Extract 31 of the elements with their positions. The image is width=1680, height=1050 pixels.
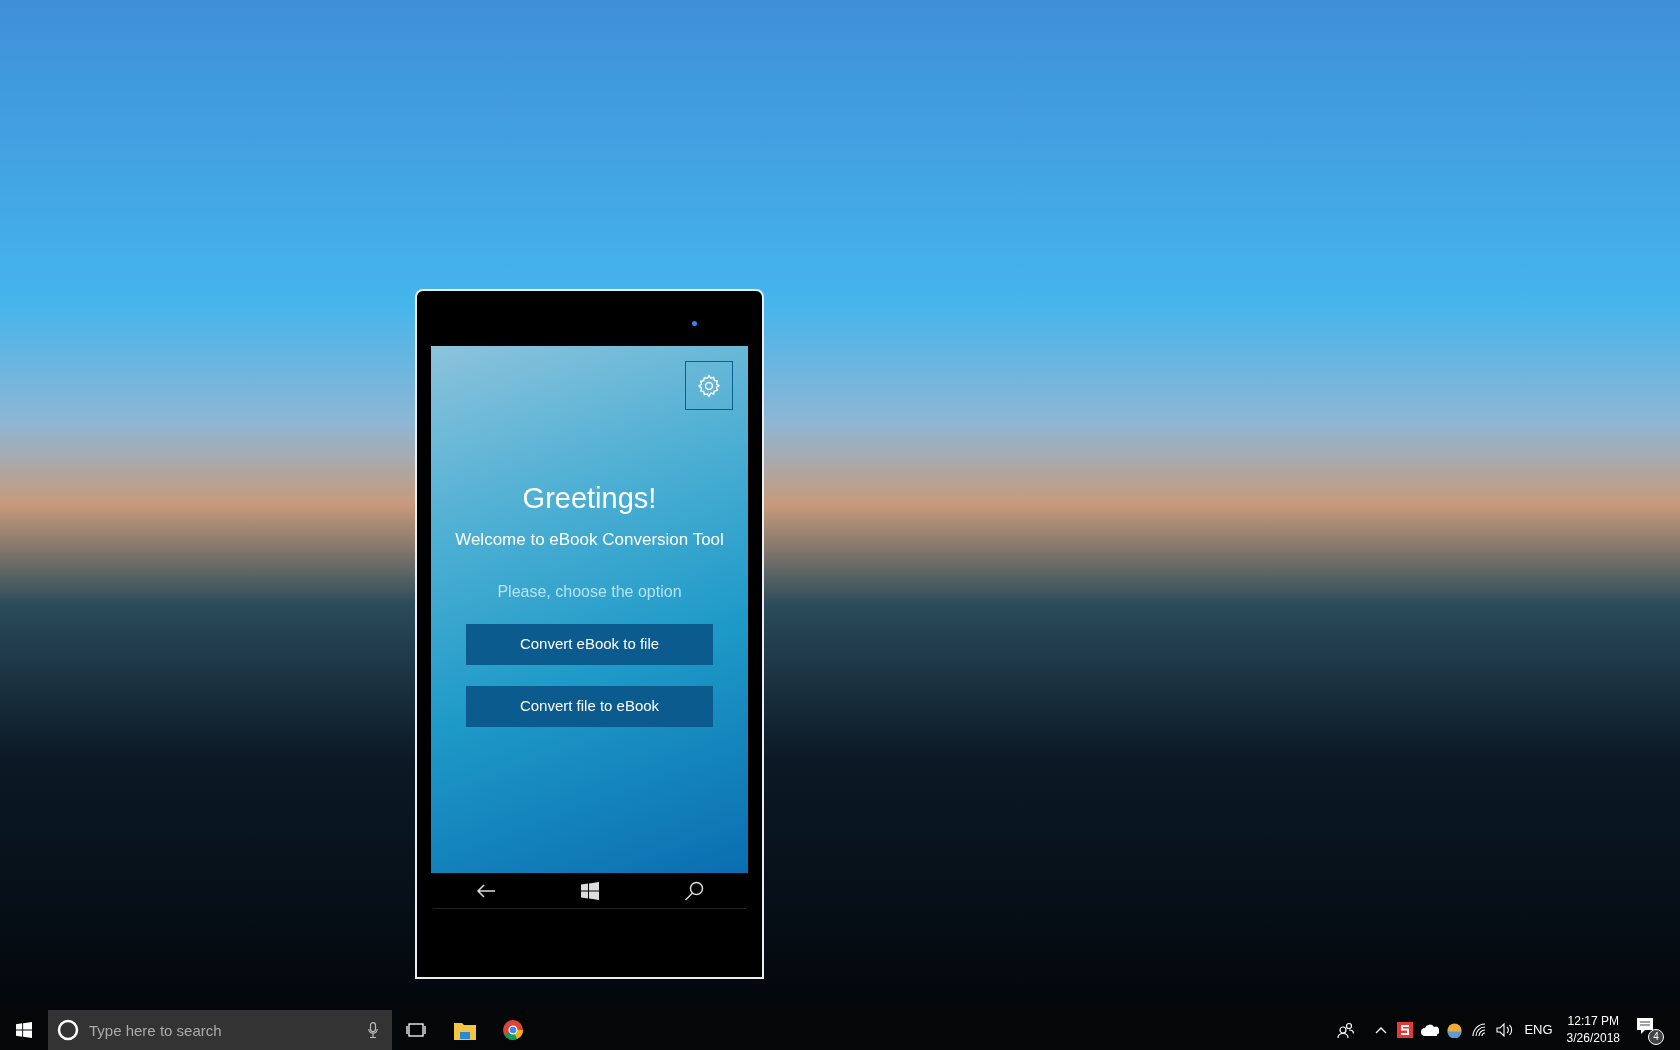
task-view-icon[interactable] bbox=[406, 1023, 426, 1037]
instruction-text: Please, choose the option bbox=[497, 581, 682, 602]
notification-count-badge: 4 bbox=[1648, 1029, 1664, 1045]
weather-app-icon[interactable] bbox=[1447, 1022, 1463, 1038]
greeting-title: Greetings! bbox=[522, 481, 657, 516]
letter-s-app-icon[interactable] bbox=[1397, 1022, 1414, 1038]
convert-button[interactable]: Convert file to eBook bbox=[466, 685, 713, 727]
action-center-button[interactable]: 4 bbox=[1634, 1015, 1664, 1045]
microphone-icon bbox=[368, 1022, 378, 1038]
search-field[interactable]: Type here to search bbox=[48, 1010, 392, 1050]
chevron-up-icon[interactable] bbox=[1375, 1026, 1388, 1034]
browser-icon[interactable] bbox=[502, 1019, 524, 1041]
notification-icon bbox=[1636, 1017, 1654, 1035]
windows-logo-icon[interactable] bbox=[580, 881, 599, 900]
welcome-text: Welcome to eBook Conversion Tool bbox=[455, 529, 724, 551]
language-indicator[interactable]: ENG bbox=[1524, 1020, 1553, 1040]
cortana-icon bbox=[57, 1019, 79, 1041]
camera-icon bbox=[692, 321, 697, 326]
date-text: 3/26/2018 bbox=[1566, 1030, 1620, 1047]
clock[interactable]: 12:17 PM 3/26/2018 bbox=[1566, 1013, 1620, 1047]
cloud-icon[interactable] bbox=[1421, 1024, 1440, 1036]
back-icon[interactable] bbox=[475, 883, 496, 898]
folder-icon[interactable] bbox=[454, 1020, 476, 1040]
people-icon[interactable] bbox=[1337, 1022, 1356, 1038]
time-text: 12:17 PM bbox=[1567, 1013, 1619, 1030]
speaker-icon[interactable] bbox=[1496, 1023, 1515, 1037]
search-icon[interactable] bbox=[683, 880, 704, 901]
settings-icon bbox=[696, 372, 722, 399]
windows-logo-icon bbox=[16, 1022, 32, 1038]
convert-button[interactable]: Convert eBook to file bbox=[466, 623, 713, 665]
settings-button[interactable] bbox=[685, 361, 733, 410]
